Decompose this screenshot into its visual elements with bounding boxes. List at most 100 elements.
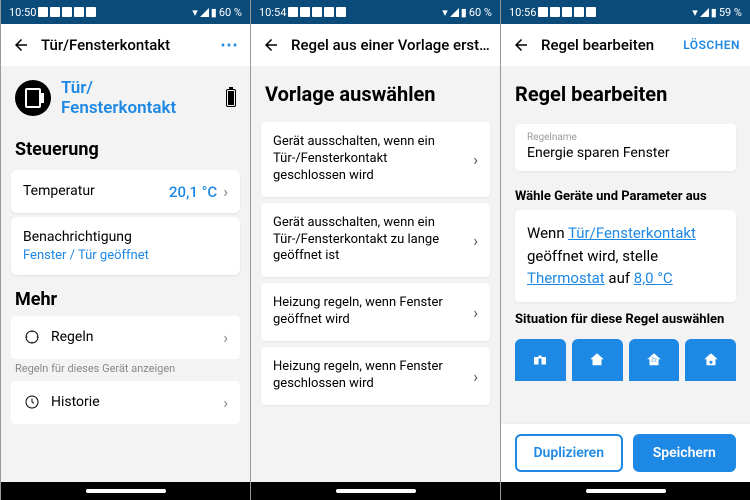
appbar: Regel aus einer Vorlage erst… [251,24,500,66]
save-button[interactable]: Speichern [633,434,737,472]
page-heading: Vorlage auswählen [251,66,500,116]
screen-template-select: 10:54 ▾ ▮ 60 % Regel aus einer Vorlage e… [250,0,500,500]
door-sensor-icon [15,80,51,116]
status-icon [324,7,334,17]
android-navbar[interactable] [501,482,750,500]
signal-icon [450,8,459,17]
chevron-right-icon: › [223,393,228,412]
situation-custom[interactable] [685,339,736,381]
template-label: Heizung regeln, wenn Fenster geöffnet wi… [273,295,459,329]
situation-options: Zz [501,333,750,381]
status-time: 10:50 [9,6,36,19]
appbar: Tür/Fensterkontakt ⋯ [1,24,250,66]
status-time: 10:56 [509,6,536,19]
situation-sleep[interactable]: Zz [629,339,680,381]
status-icon [62,7,72,17]
status-icon [86,7,96,17]
temperature-label: Temperatur [23,183,95,199]
template-label: Gerät ausschalten, wenn ein Tür-/Fenster… [273,215,459,266]
status-icon [38,7,48,17]
appbar-title: Regel bearbeiten [541,36,673,54]
rule-name-field[interactable]: Regelname Energie sparen Fenster [515,124,736,171]
template-item[interactable]: Heizung regeln, wenn Fenster geöffnet wi… [261,283,490,341]
thermostat-link[interactable]: Thermostat [527,269,605,287]
template-item[interactable]: Gerät ausschalten, wenn ein Tür-/Fenster… [261,203,490,278]
status-icon [538,7,548,17]
status-icon [288,7,298,17]
status-icon [50,7,60,17]
battery-icon: ▮ [711,6,717,19]
statusbar: 10:54 ▾ ▮ 60 % [251,0,500,24]
signal-icon [700,8,709,17]
situation-home[interactable] [572,339,623,381]
situation-away[interactable] [515,339,566,381]
chevron-right-icon: › [223,328,228,347]
battery-icon: ▮ [461,6,467,19]
back-button[interactable] [261,35,281,55]
duplicate-button[interactable]: Duplizieren [515,434,623,472]
notification-label: Benachrichtigung [23,229,228,245]
template-label: Gerät ausschalten, wenn ein Tür-/Fenster… [273,134,459,185]
wifi-icon: ▾ [692,6,698,19]
status-battery: 60 % [469,6,492,19]
rules-icon [23,328,41,346]
status-time: 10:54 [259,6,286,19]
statusbar: 10:50 ▾ ▮ 60 % [1,0,250,24]
field-value: Energie sparen Fenster [527,145,724,161]
statusbar: 10:56 ▾ ▮ 59 % [501,0,750,24]
status-icon [562,7,572,17]
history-row[interactable]: Historie › [11,381,240,424]
signal-icon [200,8,209,17]
screen-edit-rule: 10:56 ▾ ▮ 59 % Regel bearbeiten LÖSCHEN … [500,0,750,500]
status-icon [74,7,84,17]
device-header: Tür/ Fensterkontakt [1,66,250,129]
notification-row[interactable]: Benachrichtigung Fenster / Tür geöffnet [11,217,240,275]
history-label: Historie [51,394,207,410]
temperature-row[interactable]: Temperatur 20,1 °C› [11,170,240,213]
status-battery: 60 % [219,6,242,19]
rules-label: Regeln [51,329,207,345]
template-item[interactable]: Gerät ausschalten, wenn ein Tür-/Fenster… [261,122,490,197]
back-button[interactable] [511,35,531,55]
status-icon [586,7,596,17]
rules-hint: Regeln für dieses Gerät anzeigen [1,360,250,381]
notification-value: Fenster / Tür geöffnet [23,248,228,263]
appbar-title: Tür/Fensterkontakt [41,36,210,54]
back-button[interactable] [11,35,31,55]
status-icon [574,7,584,17]
status-battery: 59 % [719,6,742,19]
battery-icon [226,89,236,107]
appbar: Regel bearbeiten LÖSCHEN [501,24,750,66]
status-icon [312,7,322,17]
chevron-right-icon: › [473,367,478,386]
wifi-icon: ▾ [442,6,448,19]
android-navbar[interactable] [251,482,500,500]
status-icon [300,7,310,17]
status-icon [550,7,560,17]
battery-icon: ▮ [211,6,217,19]
page-heading: Regel bearbeiten [501,66,750,116]
rules-row[interactable]: Regeln › [11,316,240,359]
field-label: Regelname [527,132,724,143]
situation-heading: Situation für diese Regel auswählen [501,302,750,333]
action-footer: Duplizieren Speichern [501,423,750,482]
chevron-right-icon: › [473,303,478,322]
history-icon [23,393,41,411]
status-icon [336,7,346,17]
appbar-title: Regel aus einer Vorlage erst… [291,36,490,54]
chevron-right-icon: › [223,182,228,201]
section-heading-control: Steuerung [1,129,250,166]
device-name[interactable]: Tür/ Fensterkontakt [61,78,216,119]
wifi-icon: ▾ [192,6,198,19]
temperature-link[interactable]: 8,0 °C [634,269,673,287]
more-button[interactable]: ⋯ [220,35,240,56]
params-heading: Wähle Geräte und Parameter aus [501,179,750,210]
device-link[interactable]: Tür/Fensterkontakt [568,224,696,242]
section-heading-more: Mehr [1,279,250,316]
delete-button[interactable]: LÖSCHEN [683,38,740,52]
chevron-right-icon: › [473,231,478,250]
android-navbar[interactable] [1,482,250,500]
template-label: Heizung regeln, wenn Fenster geschlossen… [273,359,459,393]
template-item[interactable]: Heizung regeln, wenn Fenster geschlossen… [261,347,490,405]
screen-device-detail: 10:50 ▾ ▮ 60 % Tür/Fensterkontakt ⋯ Tür/… [0,0,250,500]
